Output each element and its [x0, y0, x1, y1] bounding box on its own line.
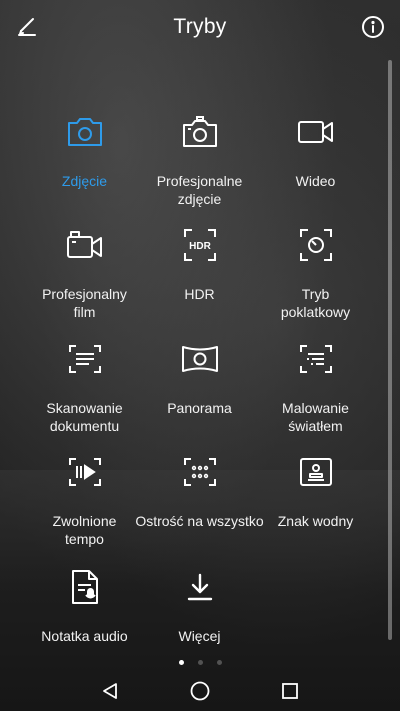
edit-button[interactable]: [0, 0, 54, 54]
mode-label: Profesjonalne zdjęcie: [156, 173, 243, 207]
mode-label: Więcej: [178, 628, 221, 644]
all-focus-icon: [178, 450, 222, 494]
mode-label: Wideo: [295, 173, 336, 189]
page-dot-active: [178, 660, 184, 665]
pro-video-icon: [63, 223, 107, 267]
home-circle-icon: [189, 680, 211, 702]
audio-note-icon: [63, 565, 107, 609]
mode-light-painting[interactable]: Malowanie światłem: [249, 337, 382, 435]
slow-motion-icon: [63, 450, 107, 494]
top-bar: Tryby: [0, 0, 400, 54]
scrollbar[interactable]: [388, 60, 392, 640]
mode-label: Zwolnione tempo: [52, 513, 117, 547]
mode-hdr[interactable]: HDR HDR: [133, 223, 266, 303]
home-button[interactable]: [180, 671, 220, 711]
mode-more[interactable]: Więcej: [133, 565, 266, 645]
pro-camera-icon: [178, 110, 222, 154]
watermark-icon: [294, 450, 338, 494]
mode-label: Tryb poklatkowy: [280, 286, 351, 320]
hdr-icon: HDR: [178, 223, 222, 267]
mode-label: Znak wodny: [277, 513, 354, 529]
camera-icon: [63, 110, 107, 154]
recents-square-icon: [280, 681, 300, 701]
mode-slow-motion[interactable]: Zwolnione tempo: [18, 450, 151, 548]
mode-pro-photo[interactable]: Profesjonalne zdjęcie: [133, 110, 266, 208]
info-icon: [361, 15, 385, 39]
panorama-icon: [178, 337, 222, 381]
mode-label: Malowanie światłem: [282, 400, 349, 434]
mode-label: Panorama: [167, 400, 232, 416]
info-button[interactable]: [346, 0, 400, 54]
page-indicator: [0, 660, 400, 665]
mode-label: Skanowanie dokumentu: [46, 400, 123, 434]
video-icon: [294, 110, 338, 154]
mode-photo[interactable]: Zdjęcie: [18, 110, 151, 190]
system-navigation-bar: [0, 670, 400, 711]
mode-audio-note[interactable]: Notatka audio: [18, 565, 151, 645]
pencil-icon: [15, 15, 39, 39]
mode-video[interactable]: Wideo: [249, 110, 382, 190]
back-button[interactable]: [90, 671, 130, 711]
mode-timelapse[interactable]: Tryb poklatkowy: [249, 223, 382, 321]
page-dot: [216, 660, 222, 665]
download-icon: [178, 565, 222, 609]
mode-label: HDR: [184, 286, 215, 302]
mode-pro-video[interactable]: Profesjonalny film: [18, 223, 151, 321]
light-painting-icon: [294, 337, 338, 381]
mode-label: Ostrość na wszystko: [135, 513, 264, 529]
back-triangle-icon: [100, 681, 120, 701]
mode-label: Profesjonalny film: [42, 286, 127, 320]
document-scan-icon: [63, 337, 107, 381]
mode-panorama[interactable]: Panorama: [133, 337, 266, 417]
mode-watermark[interactable]: Znak wodny: [249, 450, 382, 530]
mode-label: Notatka audio: [41, 628, 128, 644]
svg-text:HDR: HDR: [189, 241, 211, 252]
timelapse-icon: [294, 223, 338, 267]
mode-all-focus[interactable]: Ostrość na wszystko: [133, 450, 266, 530]
page-title: Tryby: [173, 15, 227, 38]
mode-document-scan[interactable]: Skanowanie dokumentu: [18, 337, 151, 435]
page-dot: [197, 660, 203, 665]
recents-button[interactable]: [270, 671, 310, 711]
mode-label: Zdjęcie: [61, 173, 108, 189]
